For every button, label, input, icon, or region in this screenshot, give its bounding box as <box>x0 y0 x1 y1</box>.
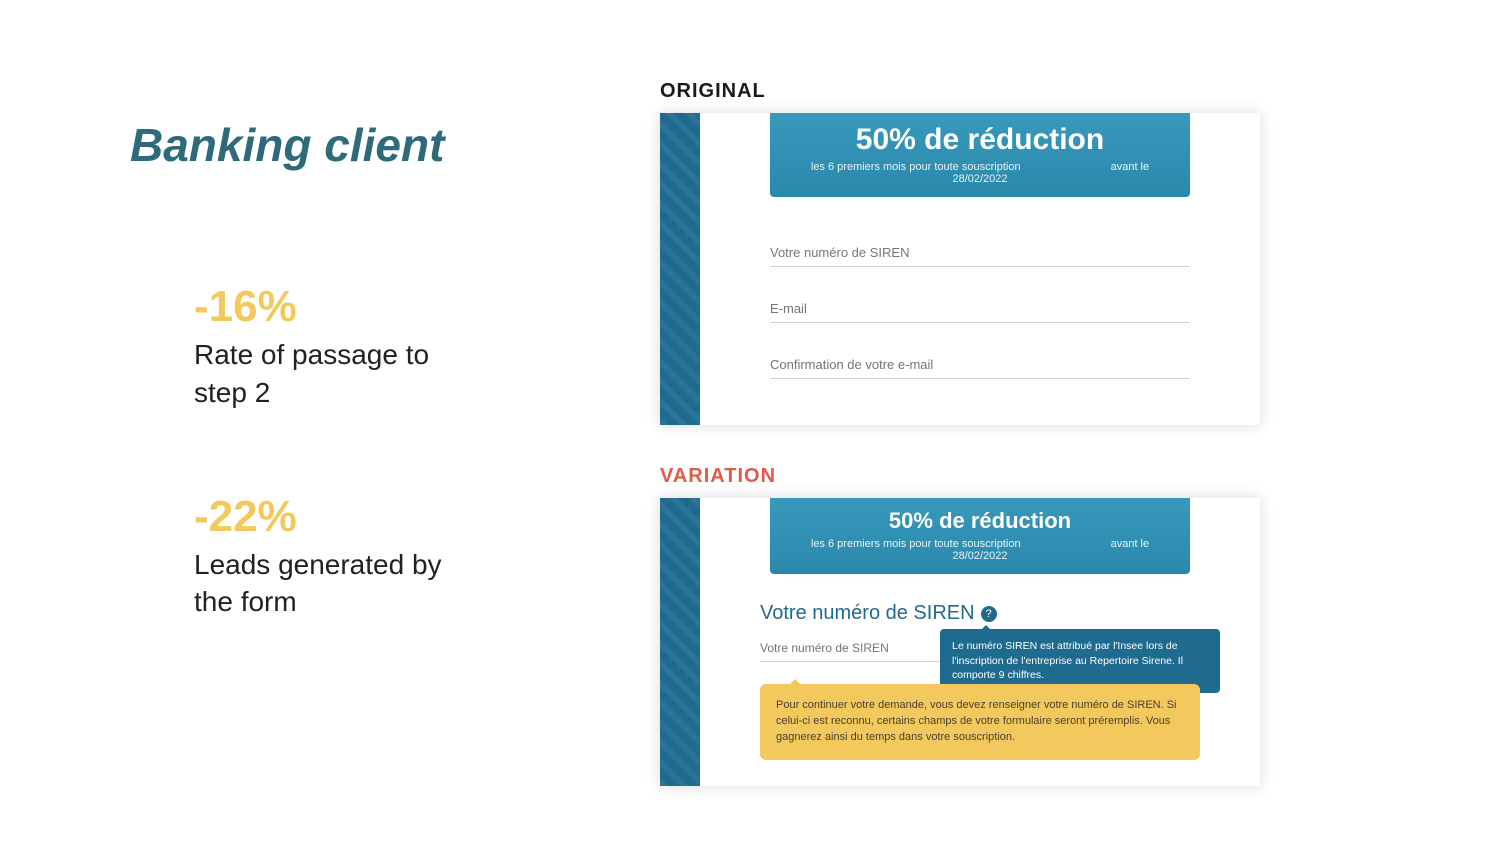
label-variation: VARIATION <box>660 465 1280 488</box>
promo-title: 50% de réduction <box>784 123 1176 157</box>
stats-column: Banking client -16% Rate of passage to s… <box>130 118 550 701</box>
tooltip-yellow: Pour continuer votre demande, vous devez… <box>760 684 1200 760</box>
stat-value: -22% <box>194 492 550 542</box>
stat-block-1: -16% Rate of passage to step 2 <box>194 282 550 412</box>
page-title: Banking client <box>130 118 550 172</box>
label-original: ORIGINAL <box>660 80 1280 103</box>
mockups-column: ORIGINAL 50% de réduction les 6 premiers… <box>660 80 1280 826</box>
email-confirm-input[interactable] <box>770 349 1190 379</box>
promo-banner: 50% de réduction les 6 premiers mois pou… <box>770 498 1190 574</box>
promo-banner: 50% de réduction les 6 premiers mois pou… <box>770 113 1190 197</box>
stat-block-2: -22% Leads generated by the form <box>194 492 550 622</box>
siren-input[interactable] <box>770 237 1190 267</box>
siren-heading: Votre numéro de SIREN ? <box>760 602 1260 625</box>
promo-subtitle: les 6 premiers mois pour toute souscript… <box>784 538 1176 562</box>
mockup-variation: 50% de réduction les 6 premiers mois pou… <box>660 498 1260 786</box>
stat-desc: Rate of passage to step 2 <box>194 336 454 412</box>
siren-input[interactable] <box>760 635 960 662</box>
decorative-sidebar <box>660 113 700 425</box>
promo-subtitle: les 6 premiers mois pour toute souscript… <box>784 161 1176 185</box>
mockup-original: 50% de réduction les 6 premiers mois pou… <box>660 113 1260 425</box>
email-input[interactable] <box>770 293 1190 323</box>
decorative-sidebar <box>660 498 700 786</box>
siren-field-row: Le numéro SIREN est attribué par l'Insee… <box>760 635 1200 662</box>
stat-value: -16% <box>194 282 550 332</box>
form-original <box>700 197 1260 425</box>
stat-desc: Leads generated by the form <box>194 546 454 622</box>
promo-title: 50% de réduction <box>784 508 1176 534</box>
